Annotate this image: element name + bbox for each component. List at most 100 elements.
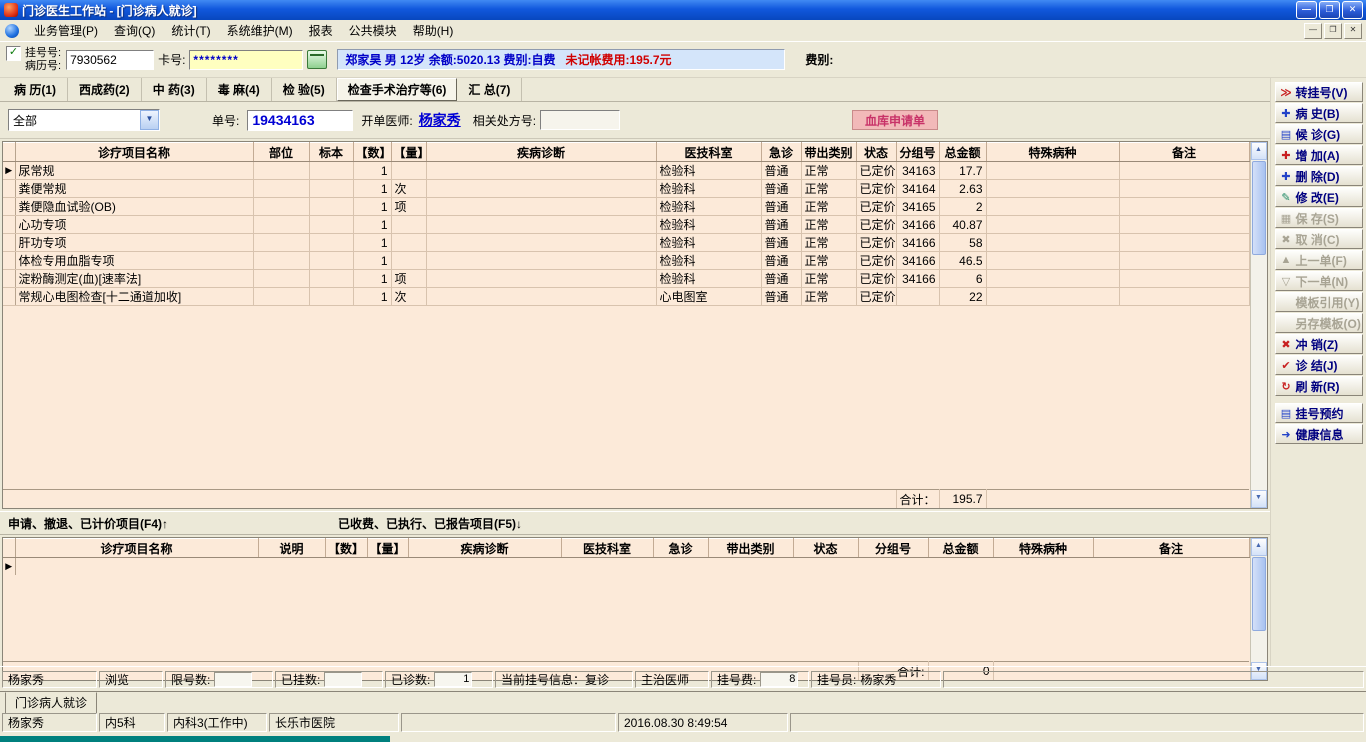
- cell: 淀粉酶测定(血)[速率法]: [15, 269, 254, 288]
- cell: 心功专项: [15, 215, 254, 234]
- menu-item[interactable]: 报表: [301, 20, 341, 41]
- column-header[interactable]: 备注: [1093, 538, 1250, 558]
- history-button[interactable]: ✚ 病 史(B): [1274, 103, 1363, 123]
- scroll-down-icon[interactable]: ▼: [1250, 490, 1267, 508]
- total-label: 合计：: [895, 489, 940, 508]
- add-button[interactable]: ✚ 增 加(A): [1274, 145, 1363, 165]
- column-header[interactable]: 诊疗项目名称: [15, 538, 259, 558]
- menu-item[interactable]: 公共模块: [341, 20, 405, 41]
- cell: [1119, 251, 1250, 270]
- column-header[interactable]: 备注: [1119, 142, 1250, 162]
- column-header[interactable]: 分组号: [896, 142, 940, 162]
- refresh-button[interactable]: ↻ 刷 新(R): [1274, 376, 1363, 396]
- health-info-button[interactable]: ➜ 健康信息: [1274, 424, 1363, 444]
- transfer-reg-button[interactable]: ≫ 转挂号(V): [1274, 82, 1363, 102]
- table-row[interactable]: 淀粉酶测定(血)[速率法] 1 项 检验科 普通 正常 已定价 34166 6: [3, 269, 1250, 288]
- mdi-close-button[interactable]: ✕: [1344, 22, 1362, 39]
- table-row[interactable]: 常规心电图检查[十二通道加收] 1 次 心电图室 普通 正常 已定价 22: [3, 287, 1250, 306]
- billed-table-scrollbar[interactable]: ▲ ▼: [1249, 538, 1267, 680]
- column-header[interactable]: 医技科室: [561, 538, 654, 558]
- column-header[interactable]: 总金额: [928, 538, 994, 558]
- cancel-button: ✖ 取 消(C): [1274, 229, 1363, 249]
- card-input[interactable]: [189, 49, 304, 70]
- record-no-input[interactable]: [66, 49, 155, 70]
- cell: [391, 215, 427, 234]
- tab-3[interactable]: 中 药(3): [142, 78, 207, 101]
- table-row[interactable]: ▶ 尿常规 1 检验科 普通 正常 已定价 34163 17.7: [3, 161, 1250, 180]
- cell: [309, 233, 354, 252]
- column-header[interactable]: 状态: [793, 538, 859, 558]
- related-rx-input[interactable]: [540, 110, 621, 130]
- tab-4[interactable]: 毒 麻(4): [207, 78, 272, 101]
- column-header[interactable]: 状态: [856, 142, 897, 162]
- menu-item[interactable]: 业务管理(P): [26, 20, 106, 41]
- scrollbar-thumb[interactable]: [1251, 557, 1266, 631]
- waiting-list-button[interactable]: ▤ 候 诊(G): [1274, 124, 1363, 144]
- sidebar-button-label: 转挂号(V): [1295, 85, 1348, 100]
- delete-button[interactable]: ✚ 删 除(D): [1274, 166, 1363, 186]
- column-header[interactable]: 总金额: [939, 142, 987, 162]
- dropdown-arrow-icon[interactable]: ▼: [140, 110, 159, 130]
- tab-7[interactable]: 汇 总(7): [457, 78, 523, 101]
- tab-outpatient-visit[interactable]: 门诊病人就诊: [5, 692, 98, 714]
- table-row[interactable]: 粪便常规 1 次 检验科 普通 正常 已定价 34164 2.63: [3, 179, 1250, 198]
- table-row[interactable]: 粪便隐血试验(OB) 1 项 检验科 普通 正常 已定价 34165 2: [3, 197, 1250, 216]
- reservation-button[interactable]: ▤ 挂号预约: [1274, 403, 1363, 423]
- column-header[interactable]: 急诊: [653, 538, 709, 558]
- cell: 6: [939, 269, 987, 288]
- row-selector: [3, 215, 16, 234]
- mdi-restore-button[interactable]: ❐: [1324, 22, 1342, 39]
- scrollbar-thumb[interactable]: [1251, 161, 1266, 255]
- tab-2[interactable]: 西成药(2): [68, 78, 142, 101]
- column-header[interactable]: 【数】: [353, 142, 392, 162]
- mdi-minimize-button[interactable]: —: [1304, 22, 1322, 39]
- table-row[interactable]: 心功专项 1 检验科 普通 正常 已定价 34166 40.87: [3, 215, 1250, 234]
- finish-button[interactable]: ✔ 诊 结(J): [1274, 355, 1363, 375]
- cell: [986, 269, 1120, 288]
- blood-bank-request-button[interactable]: 血库申请单: [852, 110, 939, 130]
- menu-item[interactable]: 帮助(H): [405, 20, 462, 41]
- reverse-button[interactable]: ✖ 冲 销(Z): [1274, 334, 1363, 354]
- close-button[interactable]: ✕: [1342, 1, 1363, 19]
- column-header[interactable]: 疾病诊断: [426, 142, 657, 162]
- column-header[interactable]: 带出类别: [801, 142, 857, 162]
- table-row[interactable]: 肝功专项 1 检验科 普通 正常 已定价 34166 58: [3, 233, 1250, 252]
- filter-dropdown[interactable]: 全部 ▼: [8, 109, 160, 131]
- menu-item[interactable]: 系统维护(M): [219, 20, 301, 41]
- column-header[interactable]: 急诊: [761, 142, 802, 162]
- tab-1[interactable]: 病 历(1): [3, 78, 69, 101]
- column-header[interactable]: 带出类别: [708, 538, 794, 558]
- column-header[interactable]: 【量】: [391, 142, 427, 162]
- column-header[interactable]: 疾病诊断: [408, 538, 562, 558]
- status-seen: 已诊数: 1: [385, 670, 493, 688]
- column-header[interactable]: 特殊病种: [993, 538, 1094, 558]
- scrollbar-track[interactable]: [1251, 556, 1267, 662]
- column-header[interactable]: 部位: [253, 142, 310, 162]
- column-header[interactable]: 分组号: [858, 538, 929, 558]
- scroll-up-icon[interactable]: ▲: [1250, 142, 1267, 160]
- tab-6[interactable]: 检查手术治疗等(6): [336, 78, 458, 101]
- column-header[interactable]: 医技科室: [656, 142, 762, 162]
- record-no-label: 病历号:: [25, 59, 62, 72]
- card-reader-icon[interactable]: [307, 50, 328, 69]
- cell: 17.7: [939, 161, 987, 180]
- restore-button[interactable]: ❐: [1319, 1, 1340, 19]
- column-header[interactable]: 诊疗项目名称: [15, 142, 254, 162]
- edit-button[interactable]: ✎ 修 改(E): [1274, 187, 1363, 207]
- order-table-scrollbar[interactable]: ▲ ▼: [1249, 142, 1267, 508]
- menu-item[interactable]: 查询(Q): [106, 20, 163, 41]
- column-header[interactable]: 标本: [309, 142, 354, 162]
- column-header[interactable]: 说明: [258, 538, 326, 558]
- column-header[interactable]: 【数】: [325, 538, 368, 558]
- table-row[interactable]: 体检专用血脂专项 1 检验科 普通 正常 已定价 34166 46.5: [3, 251, 1250, 270]
- column-header[interactable]: 特殊病种: [986, 142, 1120, 162]
- minimize-button[interactable]: —: [1296, 1, 1317, 19]
- table-row: ▶: [3, 557, 1249, 575]
- reg-no-checkbox[interactable]: ✓: [6, 46, 21, 61]
- menu-item[interactable]: 统计(T): [163, 20, 218, 41]
- column-header[interactable]: 【量】: [367, 538, 409, 558]
- status-registrar: 挂号员: 杨家秀: [811, 670, 941, 688]
- tab-5[interactable]: 检 验(5): [272, 78, 337, 101]
- scrollbar-track[interactable]: [1251, 160, 1267, 490]
- scroll-up-icon[interactable]: ▲: [1250, 538, 1267, 556]
